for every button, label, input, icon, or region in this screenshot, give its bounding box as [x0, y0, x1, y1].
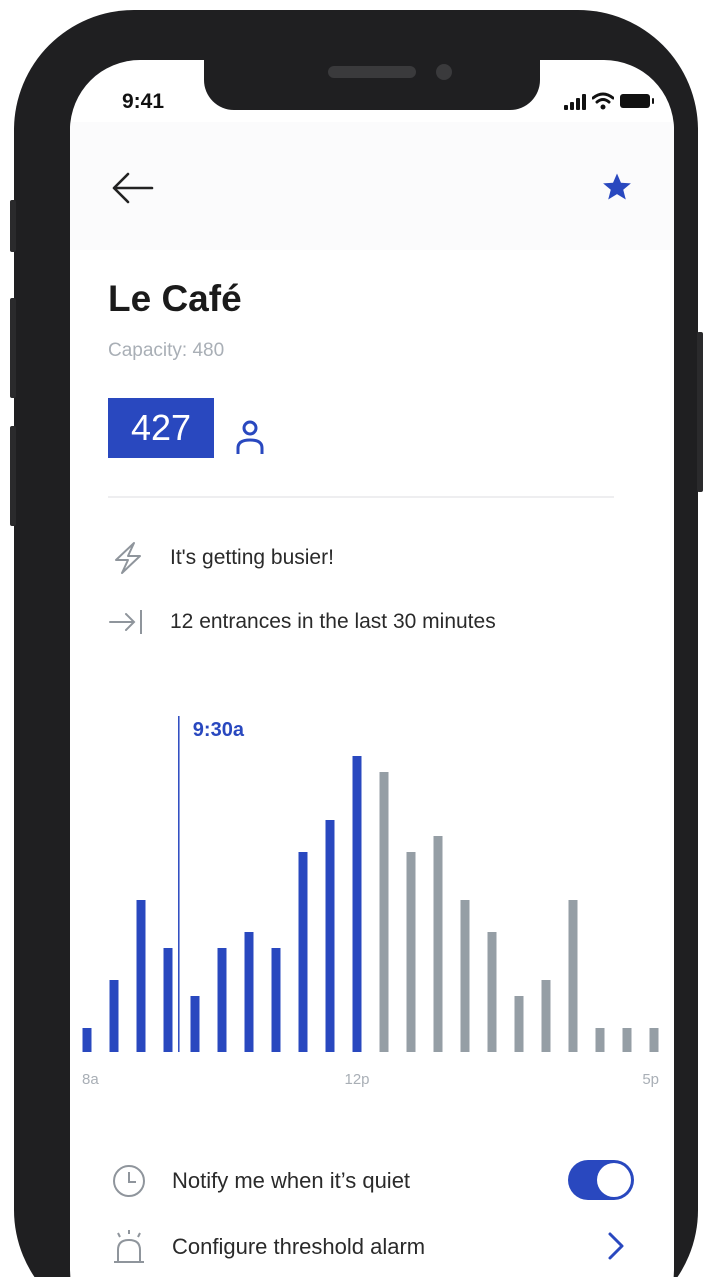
venue-name: Le Café [108, 278, 242, 319]
notify-quiet-toggle[interactable] [568, 1160, 634, 1200]
chart-bar-16 [514, 996, 524, 1052]
header-background [70, 122, 674, 250]
chart-bar-12 [406, 852, 416, 1052]
chart-bar-21 [649, 1028, 659, 1052]
x-tick-label-5p: 5p [642, 1071, 659, 1088]
busy-insight-row: It's getting busier! [108, 540, 334, 576]
current-count-badge: 427 [108, 398, 214, 458]
threshold-alarm-row[interactable]: Configure threshold alarm [110, 1228, 425, 1266]
chevron-right-icon[interactable] [604, 1230, 628, 1262]
wifi-icon [592, 92, 614, 110]
section-divider [108, 496, 614, 498]
x-tick-label-8a: 8a [82, 1071, 99, 1088]
chart-bar-9 [325, 820, 335, 1052]
lightning-icon [115, 542, 141, 574]
battery-icon [620, 94, 654, 108]
front-camera [436, 64, 452, 80]
chart-bar-20 [622, 1028, 632, 1052]
chart-bar-19 [595, 1028, 605, 1052]
threshold-alarm-label: Configure threshold alarm [172, 1234, 426, 1259]
cellular-signal-icon [564, 94, 586, 110]
chart-bar-14 [460, 900, 470, 1052]
toggle-knob [597, 1163, 631, 1197]
app-screen: 9:41 Le Café Capacity: 480 427 It's gett… [70, 60, 674, 1277]
x-tick-label-12p: 12p [344, 1071, 369, 1088]
notify-quiet-row[interactable]: Notify me when it’s quiet [110, 1162, 410, 1200]
chart-bar-0 [82, 1028, 92, 1052]
volume-down-button [10, 426, 16, 526]
venue-capacity: Capacity: 480 [108, 340, 225, 361]
chart-bar-15 [487, 932, 497, 1052]
entrance-arrow-icon [109, 610, 142, 634]
chart-bar-1 [109, 980, 119, 1052]
alarm-bell-icon [114, 1230, 144, 1263]
mute-switch [10, 200, 16, 252]
entrances-insight-row: 12 entrances in the last 30 minutes [108, 604, 496, 640]
chart-bar-13 [433, 836, 443, 1052]
speaker-grille [328, 66, 416, 78]
chart-bar-8 [298, 852, 308, 1052]
status-icons [564, 90, 654, 110]
chart-bar-11 [379, 772, 389, 1052]
chart-bar-10 [352, 756, 362, 1052]
chart-bar-3 [163, 948, 173, 1052]
chart-bar-6 [244, 932, 254, 1052]
chart-bar-17 [541, 980, 551, 1052]
power-button [697, 332, 703, 492]
phone-frame: 9:41 Le Café Capacity: 480 427 It's gett… [14, 10, 698, 1277]
time-marker-label: 9:30a [193, 719, 245, 741]
clock-icon [113, 1165, 145, 1197]
chart-bar-4 [190, 996, 200, 1052]
star-icon [603, 173, 631, 200]
chart-bar-2 [136, 900, 146, 1052]
back-button[interactable] [108, 168, 158, 208]
notify-quiet-label: Notify me when it’s quiet [172, 1168, 411, 1193]
entrances-insight-text: 12 entrances in the last 30 minutes [170, 610, 496, 633]
chart-bar-5 [217, 948, 227, 1052]
volume-up-button [10, 298, 16, 398]
chart-bar-7 [271, 948, 281, 1052]
person-icon [236, 420, 264, 454]
back-arrow-icon [112, 172, 154, 204]
busy-insight-text: It's getting busier! [170, 546, 334, 569]
occupancy-bar-chart: 9:30a 8a 12p 5p [82, 716, 659, 1088]
favorite-button[interactable] [600, 170, 634, 204]
notch [204, 60, 540, 110]
status-time: 9:41 [122, 90, 165, 113]
chart-bar-18 [568, 900, 578, 1052]
